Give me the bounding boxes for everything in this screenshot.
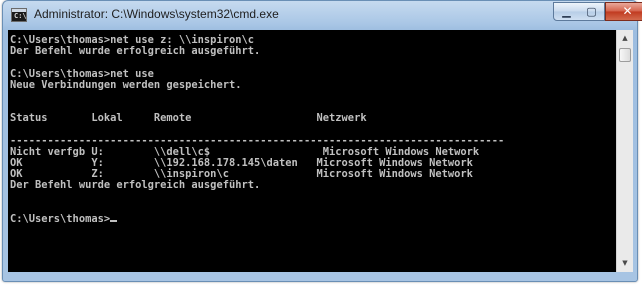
- console-line-text: C:\Users\thomas>net use z: \\inspiron\c: [10, 34, 254, 46]
- cmd-icon[interactable]: C:\: [11, 8, 27, 22]
- cmd-icon-text: C:\: [14, 12, 27, 20]
- console-line-text: Neue Verbindungen werden gespeichert.: [10, 78, 242, 91]
- close-button[interactable]: ✕: [605, 2, 642, 21]
- console-line-text: Nicht verfgb U: \\dell\c$ Microsoft Wind…: [10, 145, 480, 158]
- scroll-up-icon[interactable]: ▲: [617, 30, 633, 47]
- console-output: C:\Users\thomas>net use z: \\inspiron\c D…: [10, 34, 505, 225]
- console-line: Status Lokal Remote Netzwerk: [10, 113, 504, 124]
- maximize-button[interactable]: ▢: [579, 2, 605, 21]
- console-line-text: Status Lokal Remote Netzwerk: [10, 112, 367, 125]
- console-line-text: OK Z: \\inspiron\c Microsoft Windows Net…: [10, 168, 473, 181]
- scrollbar-thumb[interactable]: [619, 48, 631, 62]
- text-cursor: [110, 220, 118, 222]
- close-icon: ✕: [622, 4, 633, 18]
- console-line-text: ----------------------------------------…: [10, 134, 505, 147]
- console-line: Der Befehl wurde erfolgreich ausgeführt.: [10, 180, 504, 191]
- console-line: Der Befehl wurde erfolgreich ausgeführt.: [10, 46, 504, 57]
- console-area[interactable]: C:\Users\thomas>net use z: \\inspiron\c D…: [8, 30, 616, 272]
- vertical-scrollbar[interactable]: ▲ ▼: [616, 30, 633, 272]
- console-line-text: C:\Users\thomas>: [10, 213, 111, 225]
- console-line-text: Der Befehl wurde erfolgreich ausgeführt.: [10, 179, 261, 192]
- title-bar[interactable]: C:\ Administrator: C:\Windows\system32\c…: [3, 1, 642, 31]
- console-line-text: C:\Users\thomas>net use: [10, 67, 154, 80]
- window-bottom-frame: [11, 273, 636, 278]
- console-line: Neue Verbindungen werden gespeichert.: [10, 78, 504, 91]
- minimize-icon: ▁: [562, 5, 571, 18]
- console-line-text: OK Y: \\192.168.178.145\daten Microsoft …: [10, 157, 473, 170]
- maximize-icon: ▢: [586, 5, 597, 18]
- console-line: C:\Users\thomas>: [10, 213, 504, 225]
- window-title: Administrator: C:\Windows\system32\cmd.e…: [34, 7, 279, 21]
- minimize-button[interactable]: ▁: [553, 2, 580, 21]
- console-line-text: Der Befehl wurde erfolgreich ausgeführt.: [10, 45, 261, 58]
- scroll-down-icon[interactable]: ▼: [617, 255, 633, 272]
